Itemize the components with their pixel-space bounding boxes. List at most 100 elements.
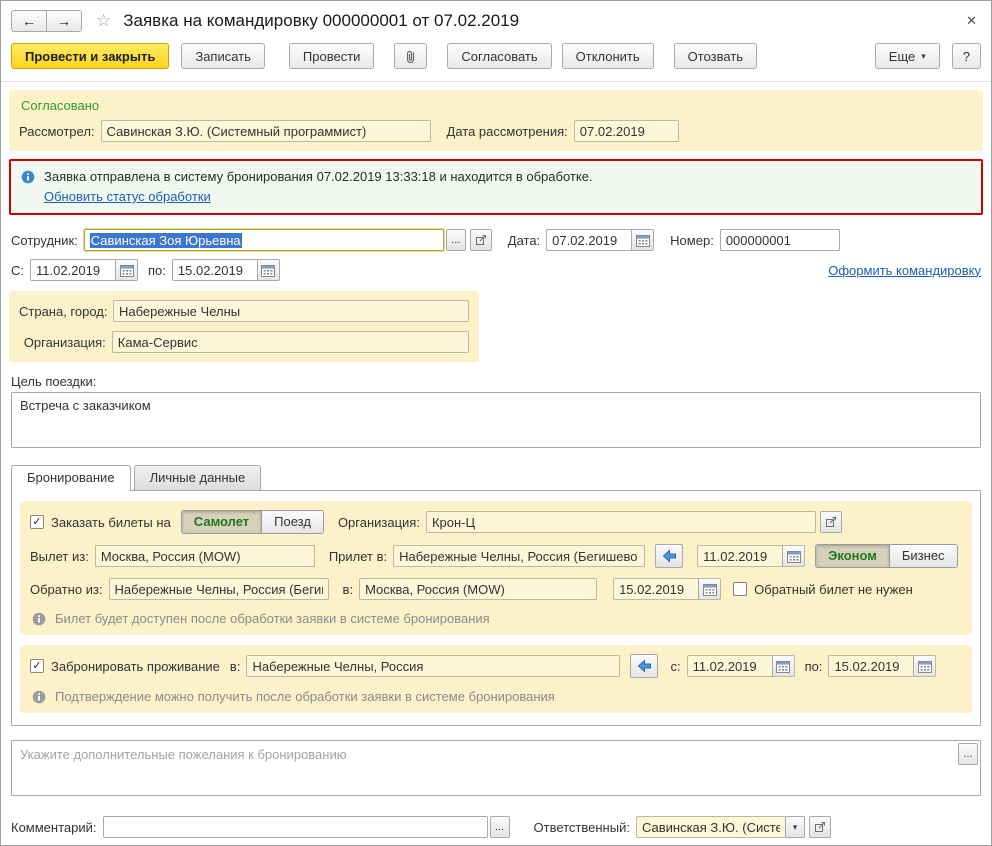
alert-message-line: Заявка отправлена в систему бронирования… [21,167,971,186]
responsible-dropdown-button[interactable]: ▾ [784,816,805,838]
employee-select-button[interactable]: ... [445,229,466,251]
write-button[interactable]: Записать [181,43,265,69]
arrow-left-icon [637,659,651,673]
comment-input[interactable] [102,816,488,838]
back-icon: ← [22,13,36,29]
country-city-field[interactable]: Набережные Челны [113,300,469,322]
depart-from-field[interactable]: Москва, Россия (MOW) [94,545,315,567]
booking-org-field[interactable]: Крон-Ц [425,511,816,533]
no-return-checkbox[interactable]: Обратный билет не нужен [733,582,913,597]
approval-status: Согласовано [21,98,100,113]
arrive-to-field[interactable]: Набережные Челны, Россия (Бегишево [393,545,646,567]
post-button[interactable]: Провести [288,43,375,69]
employee-open-button[interactable] [469,229,492,251]
post-and-close-button[interactable]: Провести и закрыть [11,43,170,69]
economy-toggle[interactable]: Эконом [816,545,889,567]
train-toggle[interactable]: Поезд [261,511,323,533]
decline-button[interactable]: Отклонить [561,43,654,69]
employee-field[interactable]: Савинская Зоя Юрьевна [83,229,444,251]
calendar-icon [776,660,791,673]
hotel-from-date-picker-button[interactable] [771,656,794,676]
depart-date-field[interactable]: 11.02.2019 [697,545,806,567]
calendar-icon [702,583,717,596]
tickets-group: ✓ Заказать билеты на Самолет Поезд Орган… [20,501,972,635]
return-date-field[interactable]: 15.02.2019 [613,578,722,600]
more-button[interactable]: Еще ▾ [874,43,940,69]
reviewer-label: Рассмотрел: [19,123,95,139]
toolbar: Провести и закрыть Записать Провести Сог… [1,35,991,82]
tab-bar: Бронирование Личные данные [11,465,991,491]
favorite-star-icon[interactable]: ☆ [96,11,111,31]
checkbox-box: ✓ [30,515,44,529]
reviewer-field[interactable]: Савинская З.Ю. (Системный программист) [100,120,431,142]
no-return-label: Обратный билет не нужен [754,581,913,597]
hotel-from-label: с: [670,658,681,674]
booking-org-open-button[interactable] [819,511,842,533]
review-date-field[interactable]: 07.02.2019 [573,120,679,142]
return-row: Обратно из: Набережные Челны, Россия (Бе… [30,578,962,600]
hotel-info-text: Подтверждение можно получить после обраб… [55,689,555,704]
hotel-checkbox[interactable]: ✓ Забронировать проживание [30,659,220,674]
hotel-city-field[interactable]: Набережные Челны, Россия [246,655,621,677]
outbound-row: Вылет из: Москва, Россия (MOW) Прилет в:… [30,544,962,568]
comment-more-button[interactable]: ... [489,816,510,838]
date-picker-button[interactable] [631,230,654,250]
country-city-row: Страна, город: Набережные Челны [19,300,469,322]
number-field[interactable]: 000000001 [719,229,840,251]
attachments-button[interactable] [394,43,428,69]
hotel-copy-button[interactable] [630,654,659,678]
approve-button[interactable]: Согласовать [447,43,552,69]
period-row: С: 11.02.2019 по: 15.02.2019 Оформить ко… [11,259,981,281]
return-date-picker-button[interactable] [698,579,721,599]
hotel-to-date-picker-button[interactable] [913,656,936,676]
tab-booking[interactable]: Бронирование [11,465,131,491]
organization-field[interactable]: Кама-Сервис [111,331,469,353]
review-date-label: Дата рассмотрения: [446,123,568,139]
hotel-to-label: по: [804,658,823,674]
date-label: Дата: [507,232,541,248]
tab-personal-data[interactable]: Личные данные [133,465,262,490]
from-label: С: [11,262,24,278]
plane-toggle[interactable]: Самолет [181,511,262,533]
arrive-to-label: Прилет в: [328,548,388,564]
forward-button[interactable]: → [46,10,82,32]
swap-route-button[interactable] [655,544,684,568]
calendar-icon [119,264,134,277]
wishes-textarea[interactable] [11,740,981,796]
recall-button[interactable]: Отозвать [673,43,758,69]
purpose-textarea[interactable]: Встреча с заказчиком [11,392,981,448]
check-icon: ✓ [32,515,42,528]
return-to-field[interactable]: Москва, Россия (MOW) [359,578,598,600]
depart-from-label: Вылет из: [30,548,89,564]
depart-date-picker-button[interactable] [782,546,805,566]
calendar-icon [261,264,276,277]
to-date-field[interactable]: 15.02.2019 [171,259,280,281]
hotel-in-label: в: [229,658,241,674]
from-date-picker-button[interactable] [115,260,137,280]
business-toggle[interactable]: Бизнес [888,545,957,567]
help-button[interactable]: ? [951,43,981,69]
wishes-more-button[interactable]: ... [958,743,978,765]
chevron-down-icon: ▾ [921,50,926,61]
to-date-picker-button[interactable] [256,260,279,280]
comment-label: Комментарий: [11,819,97,835]
refresh-status-link[interactable]: Обновить статус обработки [44,187,211,206]
order-tickets-checkbox[interactable]: ✓ Заказать билеты на [30,515,171,530]
return-from-field[interactable]: Набережные Челны, Россия (Бегишево - N [108,578,329,600]
close-button[interactable]: ✕ [964,11,979,31]
hotel-from-date-field[interactable]: 11.02.2019 [686,655,795,677]
to-label: по: [148,262,166,278]
approval-panel: Согласовано Рассмотрел: Савинская З.Ю. (… [9,90,983,151]
responsible-field[interactable]: Савинская З.Ю. (Системн [635,816,786,838]
back-button[interactable]: ← [11,10,47,32]
hotel-to-date-field[interactable]: 15.02.2019 [828,655,937,677]
create-trip-link[interactable]: Оформить командировку [828,263,981,278]
date-field[interactable]: 07.02.2019 [546,229,655,251]
hotel-label: Забронировать проживание [51,658,220,674]
return-to-label: в: [342,581,354,597]
alert-text: Заявка отправлена в систему бронирования… [44,169,593,184]
more-label: Еще [888,48,916,64]
responsible-open-button[interactable] [808,816,831,838]
chevron-down-icon: ▾ [792,821,798,832]
from-date-field[interactable]: 11.02.2019 [30,259,138,281]
